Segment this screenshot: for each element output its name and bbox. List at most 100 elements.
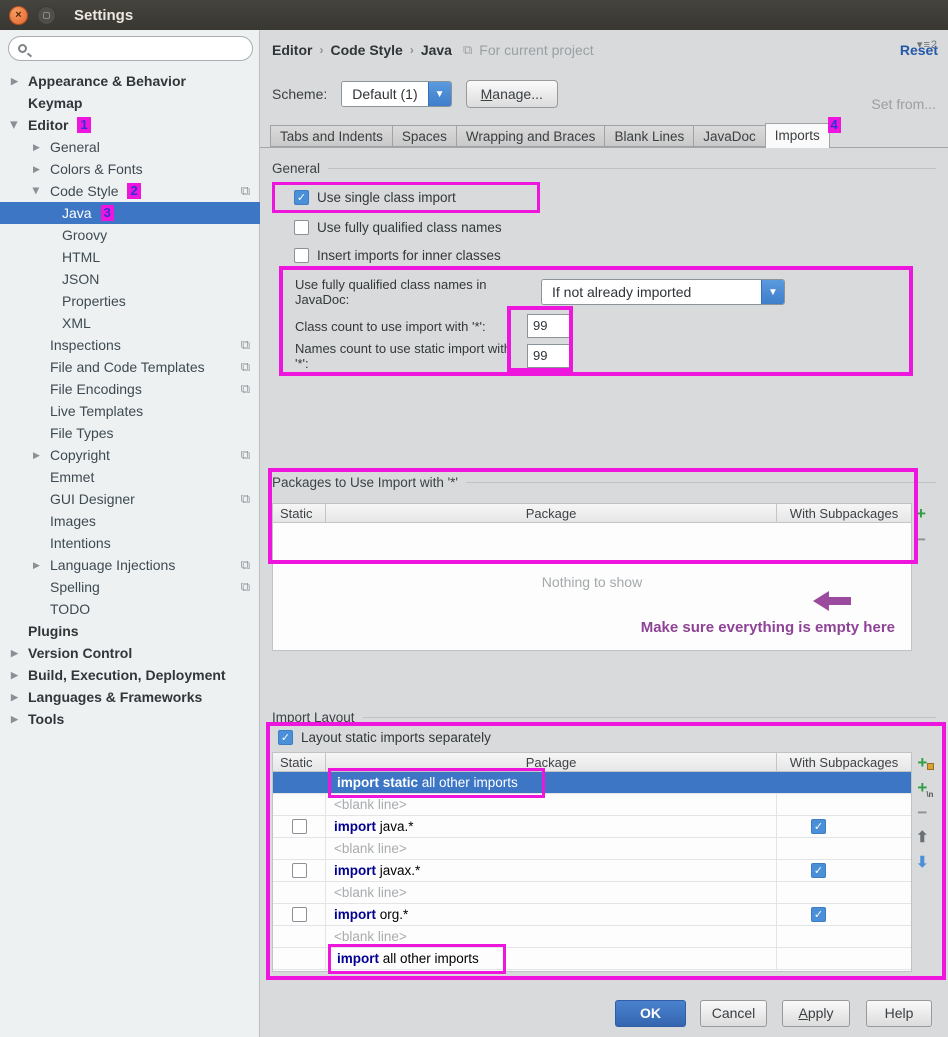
- use-single-class-import-row[interactable]: ✓ Use single class import: [294, 190, 456, 205]
- tab-tabs-and-indents[interactable]: Tabs and Indents: [270, 125, 392, 147]
- scheme-select[interactable]: Default (1) ▼: [341, 81, 451, 107]
- remove-button[interactable]: −: [917, 804, 927, 821]
- apply-button[interactable]: Apply: [782, 1000, 850, 1027]
- use-fully-qualified-names-row[interactable]: Use fully qualified class names: [294, 220, 502, 235]
- add-package-button[interactable]: +: [916, 505, 926, 522]
- sidebar-item-gui-designer[interactable]: GUI Designer⧉: [0, 488, 260, 510]
- chevron-right-icon[interactable]: ▶: [33, 136, 40, 158]
- chevron-right-icon[interactable]: ▶: [11, 70, 18, 92]
- sidebar-item-colors-fonts[interactable]: ▶Colors & Fonts: [0, 158, 260, 180]
- chevron-down-icon[interactable]: ▶: [25, 188, 47, 195]
- help-button[interactable]: Help: [866, 1000, 932, 1027]
- maximize-icon[interactable]: [37, 6, 56, 25]
- hidden-tabs-icon[interactable]: ▾≡2: [917, 38, 938, 51]
- sidebar-item-emmet[interactable]: Emmet: [0, 466, 260, 488]
- tab-wrapping-and-braces[interactable]: Wrapping and Braces: [456, 125, 605, 147]
- sidebar-item-groovy[interactable]: Groovy: [0, 224, 260, 246]
- sidebar-item-version-control[interactable]: ▶Version Control: [0, 642, 260, 664]
- add-package-button[interactable]: +: [917, 754, 927, 771]
- sidebar-item-file-and-code-templates[interactable]: File and Code Templates⧉: [0, 356, 260, 378]
- use-single-class-import-checkbox[interactable]: ✓: [294, 190, 309, 205]
- column-static[interactable]: Static: [273, 504, 326, 522]
- layout-static-separately-checkbox[interactable]: ✓: [278, 730, 293, 745]
- sidebar-item-code-style[interactable]: ▶Code Style2⧉: [0, 180, 260, 202]
- chevron-right-icon[interactable]: ▶: [11, 686, 18, 708]
- import-rule-row[interactable]: import all other imports: [273, 948, 911, 970]
- sidebar-item-keymap[interactable]: Keymap: [0, 92, 260, 114]
- javadoc-qualified-select[interactable]: If not already imported ▼: [541, 279, 785, 305]
- subpackages-checkbox[interactable]: ✓: [811, 907, 826, 922]
- sidebar-item-plugins[interactable]: Plugins: [0, 620, 260, 642]
- blank-line-row[interactable]: <blank line>: [273, 794, 911, 816]
- chevron-right-icon[interactable]: ▶: [11, 642, 18, 664]
- close-icon[interactable]: ×: [9, 6, 28, 25]
- breadcrumb-editor[interactable]: Editor: [272, 42, 312, 58]
- column-with-subpackages[interactable]: With Subpackages: [777, 504, 911, 522]
- class-count-field[interactable]: 99: [527, 314, 573, 338]
- column-static[interactable]: Static: [273, 753, 326, 771]
- search-input[interactable]: [8, 36, 253, 61]
- chevron-right-icon[interactable]: ▶: [33, 554, 40, 576]
- chevron-right-icon[interactable]: ▶: [33, 158, 40, 180]
- sidebar-item-json[interactable]: JSON: [0, 268, 260, 290]
- subpackages-checkbox[interactable]: ✓: [811, 819, 826, 834]
- sidebar-item-html[interactable]: HTML: [0, 246, 260, 268]
- static-checkbox[interactable]: [292, 863, 307, 878]
- static-checkbox[interactable]: [292, 819, 307, 834]
- sidebar-item-xml[interactable]: XML: [0, 312, 260, 334]
- use-fully-qualified-names-checkbox[interactable]: [294, 220, 309, 235]
- tab-spaces[interactable]: Spaces: [392, 125, 456, 147]
- insert-imports-inner-classes-checkbox[interactable]: [294, 248, 309, 263]
- sidebar-item-inspections[interactable]: Inspections⧉: [0, 334, 260, 356]
- remove-package-button[interactable]: −: [916, 531, 926, 548]
- import-rule-row[interactable]: import static all other imports: [273, 772, 911, 794]
- sidebar-item-properties[interactable]: Properties: [0, 290, 260, 312]
- sidebar-item-file-encodings[interactable]: File Encodings⧉: [0, 378, 260, 400]
- sidebar-item-java[interactable]: Java3: [0, 202, 260, 224]
- layout-static-separately-row[interactable]: ✓ Layout static imports separately: [278, 730, 491, 745]
- sidebar-item-language-injections[interactable]: ▶Language Injections⧉: [0, 554, 260, 576]
- subpackages-checkbox[interactable]: ✓: [811, 863, 826, 878]
- import-rule-row[interactable]: import javax.*✓: [273, 860, 911, 882]
- names-count-field[interactable]: 99: [527, 344, 573, 368]
- blank-line-row[interactable]: <blank line>: [273, 882, 911, 904]
- chevron-down-icon[interactable]: ▼: [761, 280, 784, 304]
- sidebar-item-label: File Types: [50, 422, 114, 444]
- tab-blank-lines[interactable]: Blank Lines: [604, 125, 693, 147]
- move-down-button[interactable]: ⬇: [916, 854, 929, 871]
- column-with-subpackages[interactable]: With Subpackages: [777, 753, 911, 771]
- ok-button[interactable]: OK: [615, 1000, 686, 1027]
- tab-imports[interactable]: Imports4: [765, 123, 830, 148]
- sidebar-item-file-types[interactable]: File Types: [0, 422, 260, 444]
- sidebar-item-editor[interactable]: ▶Editor1: [0, 114, 260, 136]
- breadcrumb-code-style[interactable]: Code Style: [330, 42, 402, 58]
- sidebar-item-general[interactable]: ▶General: [0, 136, 260, 158]
- chevron-right-icon[interactable]: ▶: [33, 444, 40, 466]
- sidebar-item-images[interactable]: Images: [0, 510, 260, 532]
- sidebar-item-copyright[interactable]: ▶Copyright⧉: [0, 444, 260, 466]
- manage-button[interactable]: Manage...: [466, 80, 558, 108]
- chevron-right-icon[interactable]: ▶: [11, 708, 18, 730]
- move-up-button[interactable]: ⬆: [916, 829, 929, 846]
- import-rule-row[interactable]: import org.*✓: [273, 904, 911, 926]
- add-blank-line-button[interactable]: +\n: [917, 779, 927, 796]
- chevron-down-icon[interactable]: ▼: [428, 82, 451, 106]
- sidebar-item-todo[interactable]: TODO: [0, 598, 260, 620]
- sidebar-item-appearance-behavior[interactable]: ▶Appearance & Behavior: [0, 70, 260, 92]
- insert-imports-inner-classes-row[interactable]: Insert imports for inner classes: [294, 248, 501, 263]
- sidebar-item-intentions[interactable]: Intentions: [0, 532, 260, 554]
- cancel-button[interactable]: Cancel: [700, 1000, 767, 1027]
- sidebar-item-live-templates[interactable]: Live Templates: [0, 400, 260, 422]
- sidebar-item-languages-frameworks[interactable]: ▶Languages & Frameworks: [0, 686, 260, 708]
- static-checkbox[interactable]: [292, 907, 307, 922]
- chevron-right-icon[interactable]: ▶: [11, 664, 18, 686]
- column-package[interactable]: Package: [326, 504, 777, 522]
- blank-line-row[interactable]: <blank line>: [273, 838, 911, 860]
- sidebar-item-spelling[interactable]: Spelling⧉: [0, 576, 260, 598]
- tab-javadoc[interactable]: JavaDoc: [693, 125, 765, 147]
- sidebar-item-tools[interactable]: ▶Tools: [0, 708, 260, 730]
- import-rule-row[interactable]: import java.*✓: [273, 816, 911, 838]
- chevron-down-icon[interactable]: ▶: [3, 122, 25, 129]
- set-from-link[interactable]: Set from...: [871, 96, 936, 112]
- sidebar-item-build-execution-deployment[interactable]: ▶Build, Execution, Deployment: [0, 664, 260, 686]
